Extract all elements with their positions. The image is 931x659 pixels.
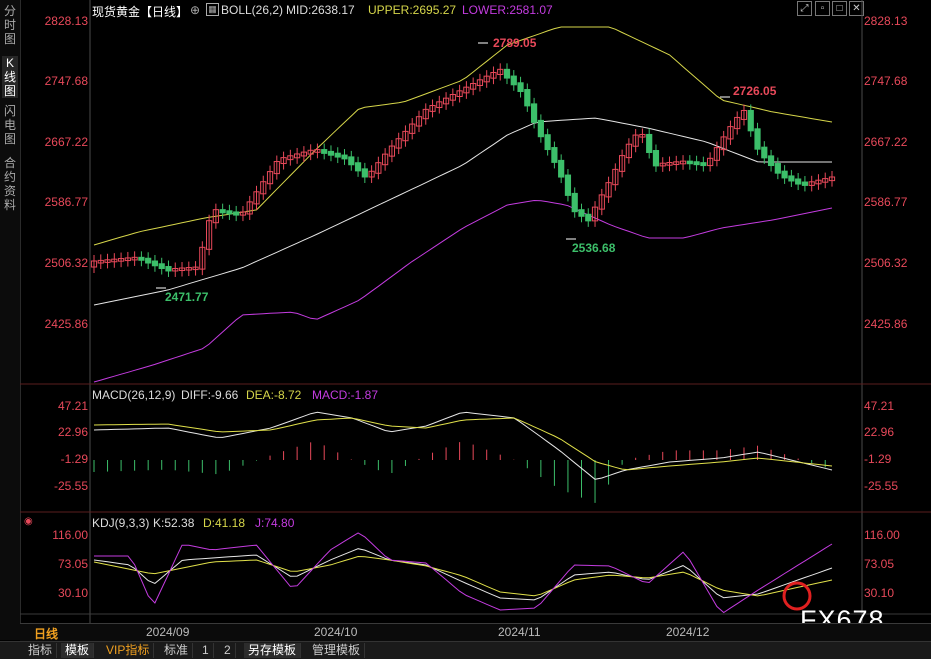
candle-body	[544, 134, 551, 151]
candle-body	[138, 256, 145, 261]
tab-2[interactable]: 2	[220, 643, 236, 658]
candle-body	[145, 257, 152, 264]
candle-body	[327, 150, 335, 156]
low-left-annotation: 2471.77	[165, 290, 209, 304]
kdj-j-line	[94, 532, 833, 614]
tab-1[interactable]: 1	[198, 643, 214, 658]
low-annotation: 2536.68	[572, 241, 616, 255]
kdj-k-line	[93, 548, 833, 601]
high-annotation: 2789.05	[493, 36, 537, 50]
candle-body	[334, 152, 341, 158]
date-label: 2024/11	[498, 625, 541, 639]
candle-body	[530, 103, 538, 123]
candle-body	[348, 156, 355, 166]
candle-body	[767, 155, 775, 167]
candle-body	[686, 160, 693, 165]
candle-body	[571, 192, 578, 213]
candle-body	[788, 175, 795, 182]
peak-annotation: 2726.05	[733, 84, 777, 98]
kdj-d-line	[93, 555, 833, 597]
candle-body	[693, 161, 700, 166]
candle-body	[747, 109, 754, 132]
candle-body	[226, 210, 233, 215]
candle-body	[578, 209, 585, 217]
macd-diff-line	[93, 411, 833, 480]
candle-body	[551, 147, 558, 163]
candle-body	[754, 128, 761, 150]
candle-body	[361, 168, 368, 178]
tab-vip-indicators[interactable]: VIP指标	[102, 643, 155, 658]
candle-body	[585, 213, 592, 222]
tab-templates[interactable]: 模板	[61, 643, 95, 658]
candle-body	[652, 150, 660, 167]
candle-body	[321, 149, 328, 154]
candle-body	[537, 119, 544, 138]
candle-body	[233, 211, 240, 216]
chart-canvas[interactable]: 2789.05 2726.05 2536.68 2471.77	[0, 0, 931, 640]
candle-body	[517, 82, 524, 93]
tab-indicators[interactable]: 指标	[24, 643, 58, 658]
boll-upper-line	[93, 26, 833, 246]
candle-body	[354, 162, 362, 172]
date-label: 2024/12	[666, 625, 710, 639]
candle-body	[503, 68, 511, 79]
candle-body	[524, 89, 531, 107]
candle-body	[700, 162, 707, 167]
candle-body	[165, 266, 172, 272]
date-label: 2024/09	[146, 625, 190, 639]
candle-body	[795, 178, 802, 185]
candle-body	[564, 174, 572, 196]
period-label[interactable]: 日线	[34, 625, 58, 642]
candle-body	[151, 260, 159, 267]
candle-body	[801, 181, 809, 186]
candle-body	[158, 263, 165, 270]
candle-body	[761, 146, 768, 159]
macd-dea-line	[93, 417, 833, 471]
tab-manage-templates[interactable]: 管理模板	[308, 643, 366, 658]
candle-body	[510, 75, 517, 86]
candle-body	[341, 154, 348, 160]
bottom-tab-bar: 指标 模板 VIP指标 标准 1 2 另存模板 管理模板	[0, 641, 931, 659]
tab-save-template[interactable]: 另存模板	[244, 643, 302, 658]
candle-body	[774, 163, 781, 174]
candle-body	[781, 170, 788, 179]
tab-standard[interactable]: 标准	[160, 643, 194, 658]
candle-body	[646, 133, 653, 154]
candle-body	[558, 159, 565, 178]
date-label: 2024/10	[314, 625, 358, 639]
candle-body	[219, 209, 226, 214]
